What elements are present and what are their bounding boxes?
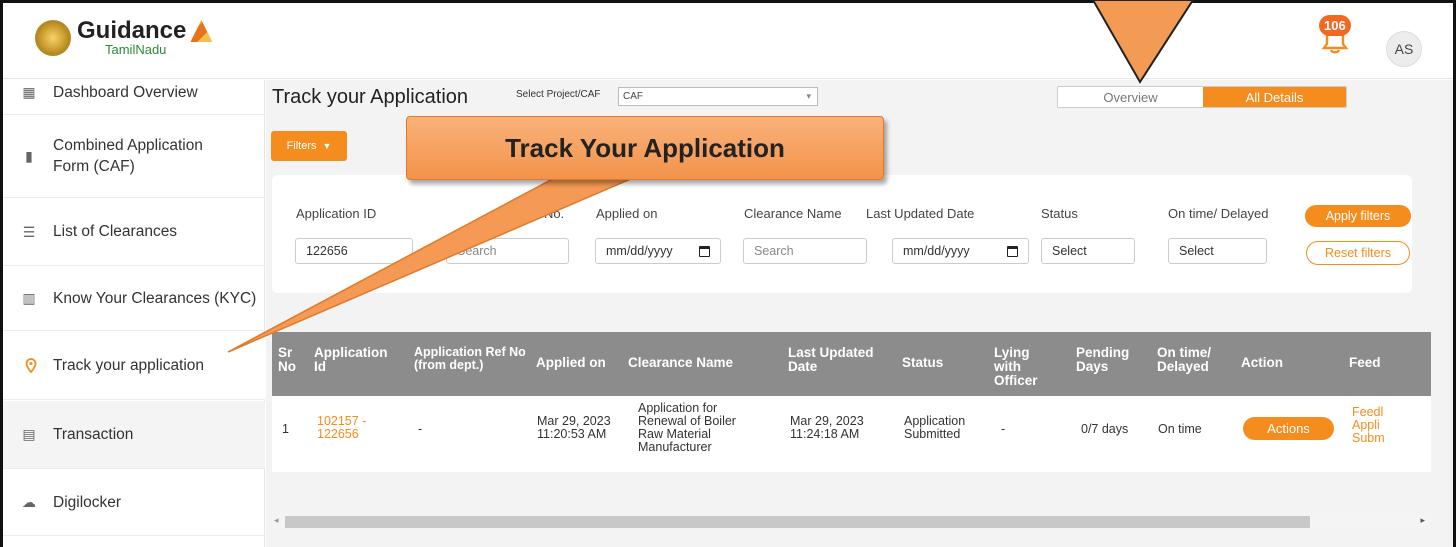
- cell-status: Application Submitted: [904, 414, 966, 442]
- document-icon: ▮: [25, 148, 33, 164]
- applied-on-date-input[interactable]: mm/dd/yyyy: [595, 238, 721, 264]
- applications-table: Sr No Application Id Application Ref No …: [272, 332, 1431, 472]
- flag-icon: [190, 20, 213, 42]
- application-id-input[interactable]: 122656: [295, 238, 413, 264]
- column-header: Clearance Name: [628, 355, 734, 370]
- cell-applied-on: Mar 29, 2023 11:20:53 AM: [537, 414, 611, 442]
- user-avatar[interactable]: AS: [1386, 31, 1422, 67]
- project-select[interactable]: CAF ▾: [618, 87, 818, 106]
- project-select-value: CAF: [623, 91, 643, 102]
- column-header: Last Updated Date: [788, 345, 874, 375]
- sidebar-item-dashboard[interactable]: ▦ Dashboard Overview: [3, 80, 265, 115]
- sidebar-item-label: Know Your Clearances (KYC): [53, 289, 257, 307]
- last-updated-date-value: mm/dd/yyyy: [903, 244, 970, 258]
- feedback-link[interactable]: Feedl Appli Subm: [1352, 405, 1385, 445]
- filters-button[interactable]: Filters ▼: [271, 131, 347, 161]
- cell-ref-no: -: [418, 422, 423, 436]
- sidebar-item-label: Track your application: [53, 356, 205, 374]
- filter-label-status: Status: [1041, 206, 1078, 221]
- filter-panel: Application ID 122656 No. Search Applied…: [272, 175, 1412, 293]
- sidebar-item-label: List of Clearances: [53, 223, 178, 240]
- calendar-icon[interactable]: [1007, 245, 1018, 257]
- column-header: Sr No: [278, 345, 296, 375]
- sidebar-item-label: Digilocker: [53, 493, 122, 511]
- clearance-name-search-input[interactable]: Search: [743, 238, 867, 264]
- state-emblem-icon: [35, 19, 71, 56]
- sidebar-item-label: Transaction: [53, 425, 134, 443]
- column-header: Application Id: [314, 345, 388, 375]
- filter-label-on-time: On time/ Delayed: [1168, 206, 1269, 221]
- top-header: Guidance TamilNadu 106 AS: [3, 3, 1453, 79]
- filter-label-ref-no: No.: [544, 206, 565, 221]
- list-icon: ☰: [22, 223, 36, 240]
- sidebar-item-track[interactable]: Track your application: [3, 332, 265, 400]
- cloud-icon: ☁: [22, 494, 36, 510]
- project-select-label: Select Project/CAF: [516, 89, 601, 100]
- cell-on-time: On time: [1158, 422, 1202, 436]
- location-pin-icon: [23, 358, 39, 374]
- chevron-down-icon: ▾: [806, 91, 811, 101]
- column-header: Feed: [1349, 355, 1381, 370]
- column-header: Status: [902, 355, 944, 370]
- reset-filters-button[interactable]: Reset filters: [1306, 241, 1410, 265]
- track-application-callout: Track Your Application: [406, 116, 884, 180]
- column-header: Application Ref No (from dept.): [414, 345, 526, 373]
- caret-down-icon: ▼: [322, 141, 332, 151]
- column-header: On time/ Delayed: [1157, 345, 1212, 375]
- status-select[interactable]: Select: [1041, 238, 1135, 264]
- cell-clearance-name: Application for Renewal of Boiler Raw Ma…: [638, 401, 736, 455]
- sidebar-item-kyc[interactable]: ▥ Know Your Clearances (KYC): [3, 267, 265, 331]
- sidebar-item-clearances[interactable]: ☰ List of Clearances: [3, 199, 265, 266]
- filter-label-application-id: Application ID: [296, 206, 377, 221]
- sidebar-item-digilocker[interactable]: ☁ Digilocker: [3, 470, 265, 536]
- logo-subtitle: TamilNadu: [105, 42, 167, 57]
- sidebar-item-label: Combined Application Form (CAF): [53, 137, 203, 175]
- notification-count-badge: 106: [1319, 15, 1351, 36]
- scroll-right-icon[interactable]: ▸: [1420, 515, 1425, 526]
- calendar-icon[interactable]: [699, 245, 710, 257]
- filters-button-label: Filters: [286, 140, 317, 152]
- sidebar: ▦ Dashboard Overview ▮ Combined Applicat…: [3, 80, 265, 547]
- column-header: Pending Days: [1076, 345, 1130, 375]
- book-icon: ▥: [22, 290, 36, 306]
- brand-logo[interactable]: Guidance TamilNadu: [35, 17, 213, 57]
- all-details-tab[interactable]: All Details: [1203, 87, 1346, 107]
- ref-no-search-input[interactable]: Search: [446, 238, 569, 264]
- column-header: Lying with Officer: [994, 345, 1038, 389]
- column-header: Applied on: [536, 355, 606, 370]
- table-header: Sr No Application Id Application Ref No …: [272, 332, 1431, 396]
- filter-label-clearance-name: Clearance Name: [744, 206, 842, 221]
- dashboard-icon: ▦: [22, 83, 36, 100]
- page-title: Track your Application: [272, 86, 469, 108]
- scroll-left-icon[interactable]: ◂: [274, 515, 279, 526]
- column-header: Action: [1241, 355, 1283, 370]
- sidebar-item-transaction[interactable]: ▤ Transaction: [3, 401, 265, 469]
- apply-filters-button[interactable]: Apply filters: [1305, 205, 1411, 227]
- sidebar-item-caf[interactable]: ▮ Combined Application Form (CAF): [3, 116, 265, 198]
- filter-label-applied-on: Applied on: [596, 206, 658, 221]
- actions-button[interactable]: Actions: [1243, 417, 1334, 440]
- cell-pending-days: 0/7 days: [1081, 422, 1129, 436]
- overview-tab[interactable]: Overview: [1058, 87, 1203, 107]
- last-updated-date-input[interactable]: mm/dd/yyyy: [892, 238, 1029, 264]
- cell-last-updated: Mar 29, 2023 11:24:18 AM: [790, 414, 864, 442]
- application-id-link[interactable]: 102157 - 122656: [317, 414, 377, 441]
- filter-label-last-updated: Last Updated Date: [866, 206, 975, 221]
- view-toggle: Overview All Details: [1057, 86, 1347, 108]
- logo-title: Guidance: [77, 17, 187, 44]
- on-time-select[interactable]: Select: [1168, 238, 1267, 264]
- horizontal-scrollbar[interactable]: ◂ ▸: [272, 514, 1431, 530]
- cell-sr-no: 1: [282, 422, 289, 436]
- applied-on-date-value: mm/dd/yyyy: [606, 244, 673, 258]
- cell-lying-with: -: [1001, 422, 1006, 436]
- sidebar-item-label: Dashboard Overview: [53, 84, 198, 101]
- scrollbar-thumb[interactable]: [285, 516, 1310, 528]
- transaction-icon: ▤: [22, 426, 36, 442]
